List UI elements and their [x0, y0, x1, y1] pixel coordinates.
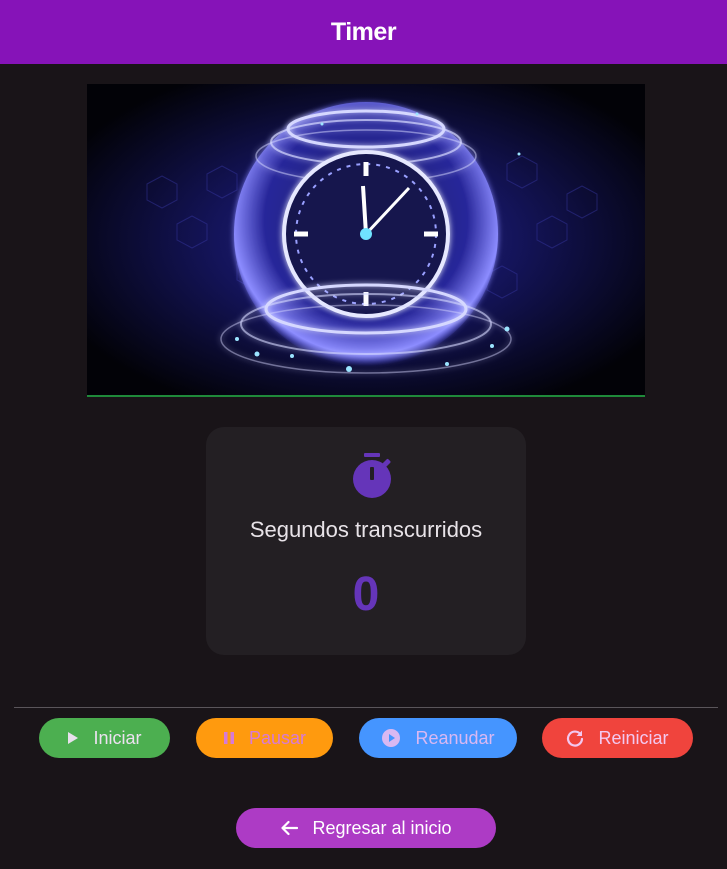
resume-button[interactable]: Reanudar: [359, 718, 517, 758]
clock-illustration: [87, 84, 645, 395]
hero-image-holographic-clock: [87, 84, 645, 397]
reset-button-label: Reiniciar: [598, 727, 669, 748]
start-button[interactable]: Iniciar: [39, 718, 170, 758]
stopwatch-icon: [353, 453, 391, 498]
app-bar: Timer: [0, 0, 727, 64]
pause-button[interactable]: Pausar: [196, 718, 333, 758]
play-icon: [68, 732, 79, 744]
elapsed-seconds-card: Segundos transcurridos 0: [206, 427, 526, 655]
elapsed-label: Segundos transcurridos: [249, 517, 483, 542]
reset-button[interactable]: Reiniciar: [542, 718, 693, 758]
pause-icon: [223, 732, 234, 744]
start-button-label: Iniciar: [93, 727, 142, 748]
back-to-home-button[interactable]: Regresar al inicio: [236, 808, 496, 848]
pause-button-label: Pausar: [248, 727, 307, 748]
arrow-left-icon: [281, 820, 299, 836]
elapsed-seconds-value: 0: [352, 568, 380, 621]
resume-button-label: Reanudar: [415, 727, 495, 748]
refresh-icon: [567, 730, 584, 747]
page-title: Timer: [330, 17, 397, 46]
play-circle-icon: [382, 729, 401, 747]
back-button-label: Regresar al inicio: [312, 817, 452, 838]
divider: [14, 707, 718, 708]
